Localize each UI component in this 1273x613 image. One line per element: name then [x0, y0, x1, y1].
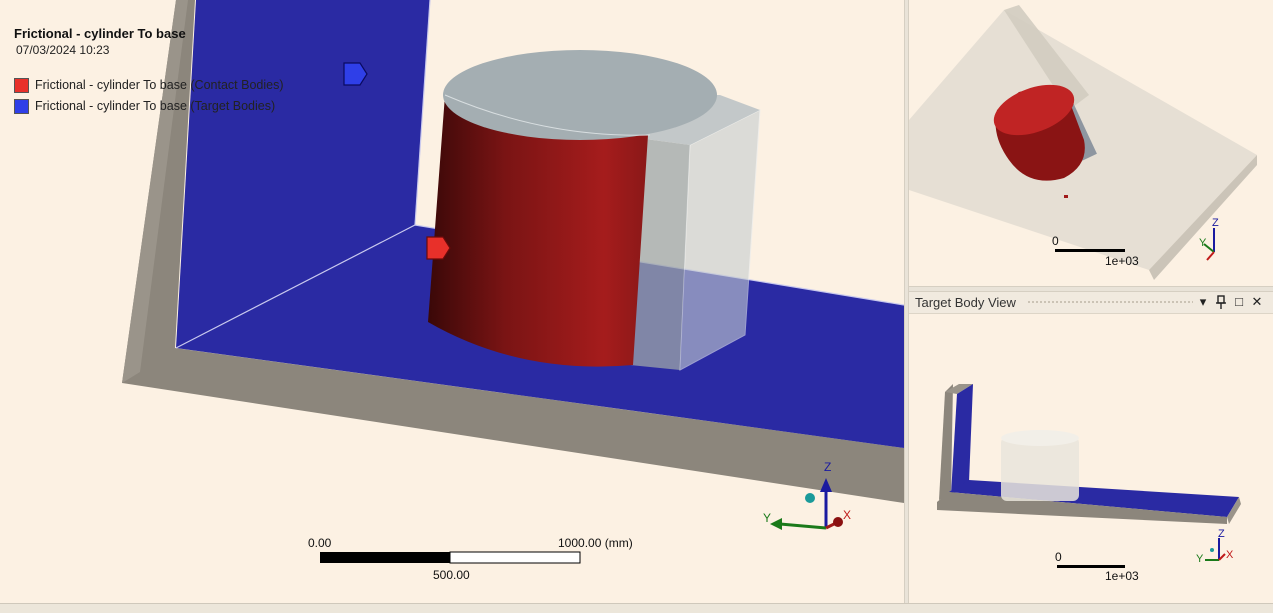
legend-item-target: Frictional - cylinder To base (Target Bo… — [14, 99, 276, 115]
legend-item-label: Frictional - cylinder To base (Target Bo… — [35, 99, 276, 113]
contact-swatch — [14, 78, 29, 94]
main-graphics-view[interactable]: Z Y X Frictional - cylinder To base 07/0… — [0, 0, 904, 603]
scale-left-label: 0.00 — [308, 536, 332, 550]
scale-bar-white — [449, 551, 581, 564]
legend-date: 07/03/2024 10:23 — [16, 43, 110, 57]
svg-text:Y: Y — [1199, 237, 1207, 249]
contact-scale-right: 1e+03 — [1105, 254, 1139, 268]
target-scale-right: 1e+03 — [1105, 569, 1139, 583]
legend-item-contact: Frictional - cylinder To base (Contact B… — [14, 78, 284, 94]
svg-text:Z: Z — [1212, 217, 1219, 229]
triad-y-label: Y — [763, 511, 771, 525]
svg-text:Y: Y — [1196, 553, 1204, 565]
triad-z-label: Z — [824, 460, 831, 474]
target-scale-left: 0 — [1055, 550, 1062, 564]
svg-text:X: X — [1226, 549, 1234, 561]
mechanical-app: Z Y X Frictional - cylinder To base 07/0… — [0, 0, 1273, 613]
triad-x-label: X — [843, 508, 851, 522]
target-body-view[interactable]: Target Body View ▾ □ ✕ Z Y X 0 1e+03 — [909, 292, 1273, 603]
contact-body-view[interactable]: Z Y 0 1e+03 — [909, 0, 1273, 286]
scale-right-label: 1000.00 (mm) — [558, 536, 633, 550]
target-swatch — [14, 99, 29, 115]
cylinder-top — [443, 50, 717, 140]
contact-view-svg[interactable]: Z Y — [909, 0, 1273, 286]
legend-title: Frictional - cylinder To base — [14, 26, 186, 41]
scale-bar-black — [320, 552, 450, 563]
svg-text:Z: Z — [1218, 528, 1225, 540]
contact-scale-left: 0 — [1052, 234, 1059, 248]
legend: Frictional - cylinder To base 07/03/2024… — [14, 26, 186, 57]
target-view-svg[interactable]: Z Y X — [909, 292, 1273, 603]
target-view-triad: Z Y X — [1196, 528, 1234, 565]
legend-item-label: Frictional - cylinder To base (Contact B… — [35, 78, 284, 92]
scale-mid-label: 500.00 — [433, 568, 470, 582]
